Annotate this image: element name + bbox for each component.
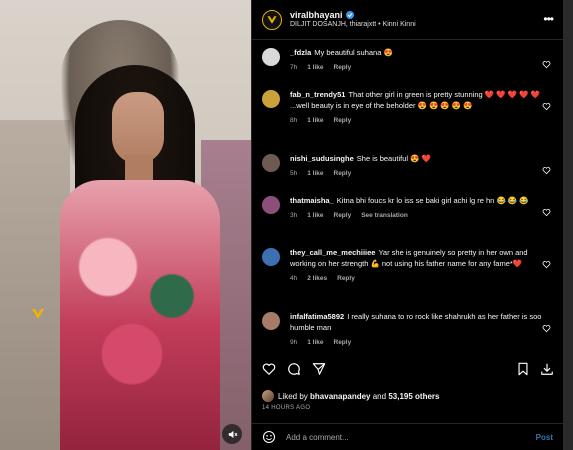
commenter-avatar[interactable] — [262, 154, 280, 172]
audio-track-label[interactable]: DILJIT DOSANJH, thiarajxtt • Kinni Kinni — [290, 21, 416, 30]
comment-time: 8h — [290, 116, 298, 124]
commenter-avatar[interactable] — [262, 196, 280, 214]
commenter-username[interactable]: thatmaisha_ — [290, 196, 334, 205]
commenter-avatar[interactable] — [262, 48, 280, 66]
verified-badge-icon — [345, 11, 354, 20]
commenter-username[interactable]: they_call_me_mechiiiee — [290, 248, 375, 257]
commenter-avatar[interactable] — [262, 248, 280, 266]
add-comment-input[interactable]: Add a comment... — [286, 433, 536, 442]
comment-item: infalfatima5892 I really suhana to ro roc… — [262, 312, 555, 347]
commenter-username[interactable]: _fdzla — [290, 48, 311, 57]
likes-summary[interactable]: Liked by bhavanapandey and 53,195 others — [262, 390, 439, 402]
comment-time: 3h — [290, 211, 298, 219]
save-bookmark-icon[interactable] — [516, 362, 530, 376]
speaker-muted-icon — [228, 430, 237, 438]
author-logo-icon — [267, 15, 277, 24]
comment-item: _fdzla My beautiful suhana 😍 7h 1 like Repl… — [262, 48, 555, 72]
comment-likes[interactable]: 2 likes — [307, 274, 327, 283]
post-panel: viralbhayani DILJIT DOSANJH, thiarajxtt … — [251, 0, 563, 450]
reply-button[interactable]: Reply — [334, 63, 352, 72]
likes-count[interactable]: 53,195 others — [388, 392, 439, 401]
like-comment-heart-icon[interactable] — [542, 60, 551, 69]
reply-button[interactable]: Reply — [334, 116, 352, 125]
post-timestamp: 14 HOURS AGO — [262, 405, 311, 411]
like-comment-heart-icon[interactable] — [542, 102, 551, 111]
reply-button[interactable]: Reply — [334, 338, 352, 347]
like-comment-heart-icon[interactable] — [542, 208, 551, 217]
comment-time: 5h — [290, 169, 298, 177]
commenter-username[interactable]: nishi_sudusinghe — [290, 154, 354, 163]
comment-item: they_call_me_mechiiiee Yar she is genuine… — [262, 248, 555, 283]
comment-bubble-icon[interactable] — [287, 362, 301, 376]
download-icon[interactable] — [540, 362, 554, 376]
comments-list: _fdzla My beautiful suhana 😍 7h 1 like Repl… — [252, 42, 563, 354]
mute-button[interactable] — [222, 424, 242, 444]
likes-prefix: Liked by — [278, 391, 308, 401]
reply-button[interactable]: Reply — [334, 169, 352, 178]
post-header: viralbhayani DILJIT DOSANJH, thiarajxtt … — [252, 0, 563, 40]
media-subject-face — [112, 92, 164, 164]
comment-time: 9h — [290, 338, 298, 346]
see-translation-link[interactable]: See translation — [361, 211, 408, 220]
like-comment-heart-icon[interactable] — [542, 166, 551, 175]
add-comment-bar: Add a comment... Post — [252, 423, 563, 450]
like-comment-heart-icon[interactable] — [542, 260, 551, 269]
comment-likes[interactable]: 1 like — [307, 338, 323, 347]
commenter-avatar[interactable] — [262, 312, 280, 330]
comment-item: fab_n_trendy51 That other girl in green i… — [262, 90, 555, 125]
emoji-smiley-icon[interactable] — [262, 430, 276, 444]
commenter-username[interactable]: infalfatima5892 — [290, 312, 344, 321]
reply-button[interactable]: Reply — [337, 274, 355, 283]
comment-item: nishi_sudusinghe She is beautiful 😍 ❤️ 5h… — [262, 154, 555, 178]
liker-avatar — [262, 390, 274, 402]
media-subject-dress — [60, 180, 220, 450]
comment-likes[interactable]: 1 like — [307, 169, 323, 178]
comment-text: My beautiful suhana 😍 — [314, 48, 393, 57]
commenter-username[interactable]: fab_n_trendy51 — [290, 90, 345, 99]
more-options-icon[interactable]: ••• — [543, 12, 554, 26]
comment-text: She is beautiful 😍 ❤️ — [356, 154, 431, 163]
post-comment-button[interactable]: Post — [536, 433, 553, 442]
commenter-avatar[interactable] — [262, 90, 280, 108]
comment-time: 4h — [290, 274, 298, 282]
comment-likes[interactable]: 1 like — [307, 116, 323, 125]
post-media[interactable] — [0, 0, 251, 450]
author-avatar[interactable] — [262, 9, 282, 30]
author-username[interactable]: viralbhayani — [290, 10, 343, 21]
comment-likes[interactable]: 1 like — [307, 211, 323, 220]
comment-time: 7h — [290, 63, 298, 71]
liker-username[interactable]: bhavanapandey — [310, 392, 370, 401]
like-comment-heart-icon[interactable] — [542, 324, 551, 333]
share-paper-plane-icon[interactable] — [312, 362, 326, 376]
reply-button[interactable]: Reply — [334, 211, 352, 220]
likes-and: and — [372, 391, 387, 401]
comment-text: Kitna bhi foucs kr lo iss se baki girl a… — [336, 196, 529, 205]
comment-likes[interactable]: 1 like — [307, 63, 323, 72]
comment-item: thatmaisha_ Kitna bhi foucs kr lo iss se … — [262, 196, 555, 220]
like-heart-icon[interactable] — [262, 362, 276, 376]
adjacent-content-strip — [563, 0, 573, 450]
watermark-logo-icon — [32, 309, 44, 319]
post-actions — [262, 360, 553, 380]
